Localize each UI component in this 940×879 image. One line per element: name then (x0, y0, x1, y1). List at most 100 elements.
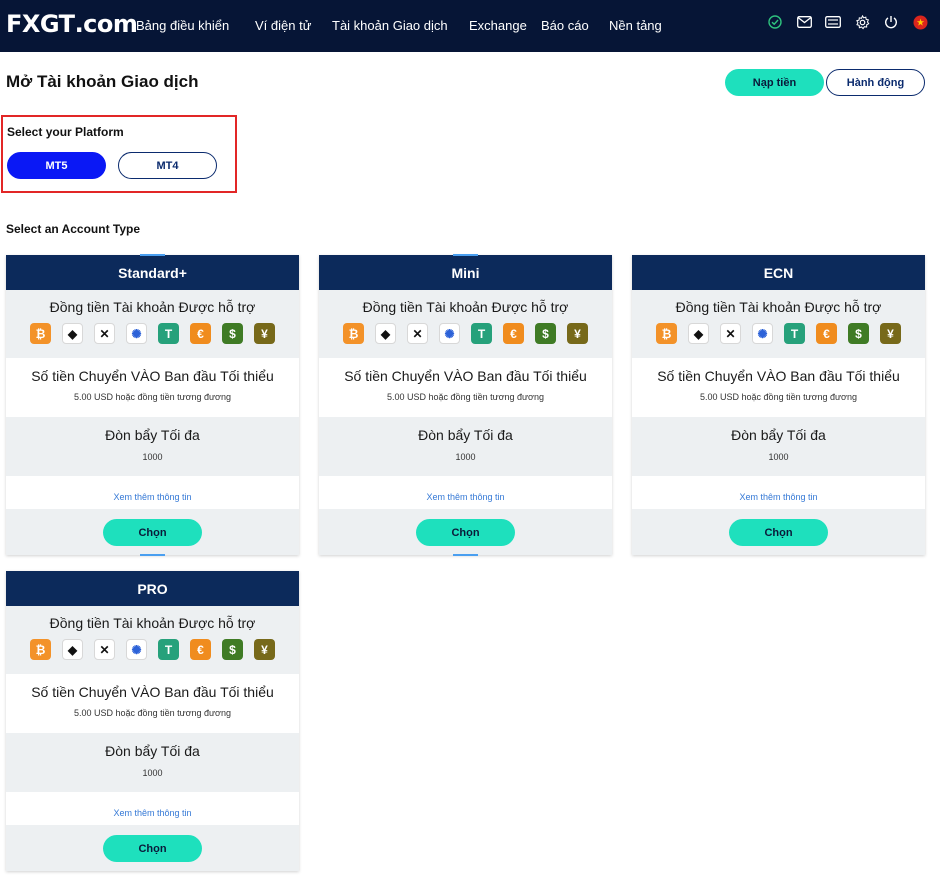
dollar-icon: $ (222, 323, 243, 344)
yen-icon: ¥ (880, 323, 901, 344)
min-deposit-value: 5.00 USD hoặc đồng tiền tương đương (700, 392, 857, 402)
mail-icon[interactable] (796, 14, 812, 30)
dollar-icon: $ (848, 323, 869, 344)
max-leverage-section: Đòn bẩy Tối đa 1000 (632, 417, 925, 476)
max-leverage-section: Đòn bẩy Tối đa 1000 (319, 417, 612, 476)
bitcoin-icon: ₿ (343, 323, 364, 344)
supported-currencies-title: Đồng tiền Tài khoản Được hỗ trợ (49, 299, 256, 315)
choose-button[interactable]: Chọn (729, 519, 828, 546)
platform-option-mt5[interactable]: MT5 (7, 152, 106, 179)
more-info-link[interactable]: Xem thêm thông tin (113, 808, 191, 818)
more-info-section: Xem thêm thông tin (6, 476, 299, 509)
nav-item-reports[interactable]: Báo cáo (541, 18, 589, 33)
fxgt-logo[interactable]: FX GT .com (6, 8, 138, 40)
euro-icon: € (816, 323, 837, 344)
logo-domain: .com (74, 10, 138, 38)
tether-icon: T (471, 323, 492, 344)
supported-currencies-section: Đồng tiền Tài khoản Được hỗ trợ ₿ ◆ ✕ ✺ T € $ ¥ (6, 290, 299, 358)
ethereum-icon: ◆ (62, 323, 83, 344)
nav-item-dashboard[interactable]: Bảng điều khiển (136, 18, 229, 33)
choose-section: Chọn (632, 509, 925, 555)
ethereum-icon: ◆ (375, 323, 396, 344)
max-leverage-section: Đòn bẩy Tối đa 1000 (6, 417, 299, 476)
max-leverage-title: Đòn bẩy Tối đa (418, 427, 513, 443)
logo-gt: GT (39, 10, 75, 38)
nav-item-exchange[interactable]: Exchange (469, 18, 527, 33)
action-button[interactable]: Hành động (826, 69, 925, 96)
supported-currencies-section: Đồng tiền Tài khoản Được hỗ trợ ₿ ◆ ✕ ✺ T € $ ¥ (6, 606, 299, 674)
euro-icon: € (503, 323, 524, 344)
choose-section: Chọn (6, 509, 299, 555)
bitcoin-icon: ₿ (656, 323, 677, 344)
choose-section: Chọn (319, 509, 612, 555)
min-deposit-section: Số tiền Chuyển VÀO Ban đầu Tối thiểu 5.0… (319, 358, 612, 417)
vietnam-flag-icon[interactable] (912, 14, 928, 30)
card-title: ECN (632, 255, 925, 290)
min-deposit-section: Số tiền Chuyển VÀO Ban đầu Tối thiểu 5.0… (6, 674, 299, 733)
card-title: PRO (6, 571, 299, 606)
xrp-icon: ✕ (720, 323, 741, 344)
scroll-indicator (140, 554, 165, 556)
choose-button[interactable]: Chọn (103, 835, 202, 862)
card-title: Mini (319, 255, 612, 290)
more-info-link[interactable]: Xem thêm thông tin (739, 492, 817, 502)
tether-icon: T (158, 639, 179, 660)
choose-button[interactable]: Chọn (103, 519, 202, 546)
more-info-link[interactable]: Xem thêm thông tin (426, 492, 504, 502)
more-info-section: Xem thêm thông tin (6, 792, 299, 825)
min-deposit-title: Số tiền Chuyển VÀO Ban đầu Tối thiểu (344, 368, 587, 384)
max-leverage-value: 1000 (142, 452, 163, 462)
deposit-button[interactable]: Nạp tiền (725, 69, 824, 96)
currency-icon-row: ₿ ◆ ✕ ✺ T € $ ¥ (319, 323, 612, 344)
more-info-link[interactable]: Xem thêm thông tin (113, 492, 191, 502)
choose-button[interactable]: Chọn (416, 519, 515, 546)
max-leverage-value: 1000 (455, 452, 476, 462)
more-info-section: Xem thêm thông tin (632, 476, 925, 509)
xrp-icon: ✕ (94, 639, 115, 660)
bitcoin-icon: ₿ (30, 323, 51, 344)
currency-icon-row: ₿ ◆ ✕ ✺ T € $ ¥ (6, 323, 299, 344)
account-card-mini: Mini Đồng tiền Tài khoản Được hỗ trợ ₿ ◆ ✕… (319, 255, 612, 555)
nav-item-trading-accounts[interactable]: Tài khoản Giao dịch (332, 18, 448, 33)
nav-item-platforms[interactable]: Nền tảng (609, 18, 662, 33)
platform-option-mt4[interactable]: MT4 (118, 152, 217, 179)
check-circle-icon[interactable] (767, 14, 783, 30)
min-deposit-section: Số tiền Chuyển VÀO Ban đầu Tối thiểu 5.0… (632, 358, 925, 417)
supported-currencies-title: Đồng tiền Tài khoản Được hỗ trợ (675, 299, 882, 315)
supported-currencies-section: Đồng tiền Tài khoản Được hỗ trợ ₿ ◆ ✕ ✺ T € $ ¥ (632, 290, 925, 358)
page-title: Mở Tài khoản Giao dịch (6, 72, 199, 91)
supported-currencies-section: Đồng tiền Tài khoản Được hỗ trợ ₿ ◆ ✕ ✺ T € $ ¥ (319, 290, 612, 358)
cardano-icon: ✺ (752, 323, 773, 344)
power-icon[interactable] (883, 14, 899, 30)
scroll-indicator (140, 254, 165, 256)
min-deposit-title: Số tiền Chuyển VÀO Ban đầu Tối thiểu (31, 368, 274, 384)
yen-icon: ¥ (567, 323, 588, 344)
min-deposit-value: 5.00 USD hoặc đồng tiền tương đương (387, 392, 544, 402)
max-leverage-value: 1000 (142, 768, 163, 778)
platform-selector: Select your Platform MT5 MT4 (1, 115, 237, 193)
nav-item-wallet[interactable]: Ví điện tử (255, 18, 311, 33)
euro-icon: € (190, 323, 211, 344)
platform-label: Select your Platform (7, 125, 124, 139)
scroll-indicator (453, 254, 478, 256)
tether-icon: T (784, 323, 805, 344)
min-deposit-value: 5.00 USD hoặc đồng tiền tương đương (74, 392, 231, 402)
ethereum-icon: ◆ (688, 323, 709, 344)
max-leverage-value: 1000 (768, 452, 789, 462)
logo-fx: FX (6, 10, 40, 38)
min-deposit-title: Số tiền Chuyển VÀO Ban đầu Tối thiểu (657, 368, 900, 384)
dollar-icon: $ (535, 323, 556, 344)
yen-icon: ¥ (254, 323, 275, 344)
cardano-icon: ✺ (126, 639, 147, 660)
dollar-icon: $ (222, 639, 243, 660)
account-card-ecn: ECN Đồng tiền Tài khoản Được hỗ trợ ₿ ◆ ✕ ✺… (632, 255, 925, 555)
choose-section: Chọn (6, 825, 299, 871)
ticket-icon[interactable] (825, 14, 841, 30)
tether-icon: T (158, 323, 179, 344)
gear-icon[interactable] (854, 14, 870, 30)
account-card-pro: PRO Đồng tiền Tài khoản Được hỗ trợ ₿ ◆ ✕ ✺… (6, 571, 299, 871)
cardano-icon: ✺ (439, 323, 460, 344)
min-deposit-title: Số tiền Chuyển VÀO Ban đầu Tối thiểu (31, 684, 274, 700)
account-type-label: Select an Account Type (6, 222, 141, 236)
ethereum-icon: ◆ (62, 639, 83, 660)
